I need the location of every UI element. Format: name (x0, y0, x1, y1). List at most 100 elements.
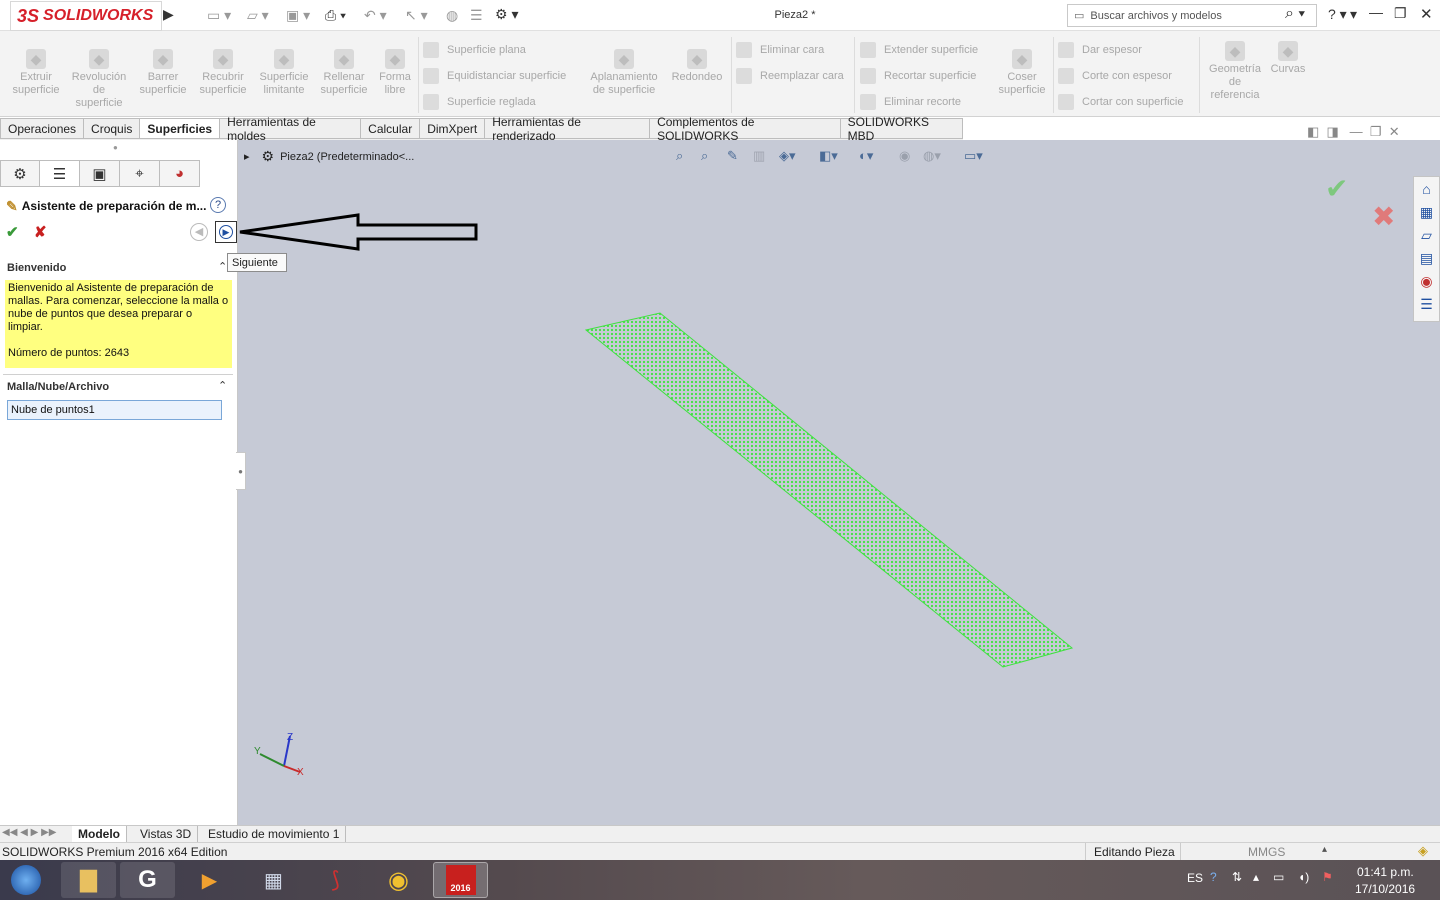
menu-expand-icon[interactable]: ▶ (163, 6, 174, 23)
point-cloud-mesh (584, 312, 1074, 668)
tab-scroll-arrows-icon[interactable]: ◀◀ ◀ ▶ ▶▶ (2, 827, 56, 838)
minimize-icon[interactable]: — (1369, 4, 1383, 20)
undo-icon[interactable]: ↶ ▾ (364, 7, 387, 24)
help-tray-icon[interactable]: ? (1210, 870, 1217, 884)
solidworks-taskbar-icon[interactable]: 2016 (433, 862, 488, 898)
units-up-icon[interactable]: ▴ (1322, 844, 1327, 855)
tab-renderizado[interactable]: Herramientas de renderizado (485, 115, 651, 143)
knit-surface-button[interactable]: ◆ Coser superficie (994, 49, 1050, 97)
feature-manager-tab-icon[interactable]: ⚙ (0, 160, 40, 187)
new-document-icon[interactable]: ▭ ▾ (207, 7, 231, 24)
delete-face-button[interactable]: Eliminar cara (736, 42, 824, 58)
collapse-chevron-icon[interactable]: ⌃ (218, 379, 227, 392)
tab-estudio-movimiento[interactable]: Estudio de movimiento 1 (202, 826, 347, 842)
file-properties-icon[interactable]: ☰ (470, 7, 483, 24)
filled-surface-button[interactable]: ◆ Rellenar superficie (317, 49, 371, 97)
planar-surface-button[interactable]: Superficie plana (423, 42, 526, 58)
next-button[interactable]: ▶ (215, 221, 237, 243)
action-center-icon[interactable]: ⚑ (1322, 870, 1333, 884)
help-icon[interactable]: ? ▾ (1328, 6, 1347, 23)
cad-app-taskbar-icon[interactable]: ⟆ (308, 862, 363, 898)
restore-icon[interactable]: ❐ (1394, 5, 1407, 22)
network-icon[interactable]: ▭ (1273, 870, 1284, 884)
open-folder-icon[interactable]: ▱ ▾ (247, 7, 269, 24)
selection-box[interactable]: Nube de puntos1 (7, 400, 222, 420)
display-manager-tab-icon[interactable]: ◕ (160, 160, 200, 187)
explorer-taskbar-icon[interactable]: ▇ (61, 862, 116, 898)
solidworks-logo[interactable]: 3S SOLIDWORKS (10, 1, 162, 31)
tab-croquis[interactable]: Croquis (84, 118, 141, 139)
extrude-surface-button[interactable]: ◆ Extruir superficie (8, 49, 64, 97)
surface-cut-button[interactable]: Cortar con superficie (1058, 94, 1184, 110)
extrude-surface-icon: ◆ (26, 49, 46, 69)
untrim-surface-button[interactable]: Eliminar recorte (860, 94, 961, 110)
sw-badge: 2016 (445, 865, 476, 895)
clock-time[interactable]: 01:41 p.m. (1357, 865, 1414, 879)
freeform-button[interactable]: ◆ Forma libre (376, 49, 414, 97)
google-taskbar-icon[interactable]: G (120, 862, 175, 898)
document-title: Pieza2 * (774, 9, 816, 21)
sweep-surface-button[interactable]: ◆ Barrer superficie (136, 49, 190, 97)
tab-herramientas-moldes[interactable]: Herramientas de moldes (220, 115, 362, 143)
surface-flatten-button[interactable]: ◆ Aplanamiento de superficie (584, 49, 664, 97)
boundary-surface-button[interactable]: ◆ Superficie limitante (255, 49, 313, 97)
property-manager-tab-icon[interactable]: ☰ (40, 160, 80, 187)
edit-mode-text: Editando Pieza (1094, 845, 1175, 859)
volume-icon[interactable]: ◖) (1298, 870, 1309, 884)
annotation-arrow (239, 213, 478, 251)
tab-mbd[interactable]: SOLIDWORKS MBD (840, 115, 963, 143)
calculator-taskbar-icon[interactable]: ▦ (246, 862, 301, 898)
extend-surface-button[interactable]: Extender superficie (860, 42, 978, 58)
fillet-button[interactable]: ◆ Redondeo (668, 49, 726, 84)
show-hidden-icons-icon[interactable]: ▴ (1253, 870, 1259, 884)
knit-surface-icon: ◆ (1012, 49, 1032, 69)
language-indicator[interactable]: ES (1187, 871, 1203, 885)
thicken-button[interactable]: Dar espesor (1058, 42, 1142, 58)
loft-surface-button[interactable]: ◆ Recubrir superficie (195, 49, 251, 97)
chrome-taskbar-icon[interactable]: ◉ (371, 862, 426, 898)
tab-vistas-3d[interactable]: Vistas 3D (134, 826, 199, 842)
save-icon[interactable]: ▣ ▾ (286, 7, 310, 24)
close-icon[interactable]: ✕ (1420, 5, 1433, 23)
ruled-surface-button[interactable]: Superficie reglada (423, 94, 536, 110)
rebuild-icon[interactable]: ◍ (446, 7, 458, 24)
search-input[interactable]: ▭ Buscar archivos y modelos (1067, 4, 1317, 27)
tab-operaciones[interactable]: Operaciones (0, 118, 85, 139)
media-player-taskbar-icon[interactable]: ▶ (182, 862, 237, 898)
configuration-manager-tab-icon[interactable]: ▣ (80, 160, 120, 187)
ok-check-icon[interactable]: ✔ (6, 223, 19, 241)
tab-dimxpert[interactable]: DimXpert (420, 118, 486, 139)
tab-modelo[interactable]: Modelo (72, 826, 127, 842)
replace-face-button[interactable]: Reemplazar cara (736, 68, 844, 84)
help-button[interactable]: ? (210, 197, 226, 213)
print-icon[interactable]: ⎙ ▾ (325, 7, 346, 24)
back-arrow-icon[interactable]: ◀ (190, 223, 208, 241)
tab-superficies[interactable]: Superficies (140, 118, 221, 139)
model-tabs-bar: ◀◀ ◀ ▶ ▶▶ Modelo Vistas 3D Estudio de mo… (0, 825, 1440, 842)
trim-surface-button[interactable]: Recortar superficie (860, 68, 976, 84)
units-selector[interactable]: MMGS (1248, 845, 1285, 859)
select-cursor-icon[interactable]: ↖ ▾ (405, 7, 428, 24)
cancel-x-icon[interactable]: ✘ (34, 223, 47, 241)
revolve-surface-button[interactable]: ◆ Revolución de superficie (68, 49, 130, 110)
panel-splitter-handle[interactable]: ● (113, 143, 118, 152)
reference-geometry-button[interactable]: ◆ Geometría de referencia (1205, 41, 1265, 102)
settings-dropdown-icon[interactable]: ▾ (1350, 6, 1357, 23)
separator (418, 37, 419, 113)
rebuild-status-icon[interactable]: ◈ (1418, 843, 1428, 859)
tray-flag-icon[interactable]: ⇅ (1232, 870, 1242, 884)
search-icon[interactable]: ⌕ ▾ (1285, 5, 1305, 23)
dimxpert-manager-tab-icon[interactable]: ⌖ (120, 160, 160, 187)
clock-date[interactable]: 17/10/2016 (1355, 882, 1415, 896)
start-button[interactable] (4, 862, 48, 898)
options-gear-icon[interactable]: ⚙ ▾ (495, 6, 518, 23)
curves-button[interactable]: ◆ Curvas (1268, 41, 1308, 76)
offset-surface-button[interactable]: Equidistanciar superficie (423, 68, 566, 84)
viewport-window-controls[interactable]: ◧ ◨ — ❐ ✕ (1307, 124, 1400, 140)
tab-calcular[interactable]: Calcular (361, 118, 421, 139)
collapse-chevron-icon[interactable]: ⌃ (218, 260, 227, 273)
panel-collapse-handle[interactable]: ● (236, 452, 246, 490)
command-manager: ◆ Extruir superficie ◆ Revolución de super… (0, 31, 1440, 117)
thickened-cut-button[interactable]: Corte con espesor (1058, 68, 1172, 84)
tab-complementos[interactable]: Complementos de SOLIDWORKS (650, 115, 841, 143)
